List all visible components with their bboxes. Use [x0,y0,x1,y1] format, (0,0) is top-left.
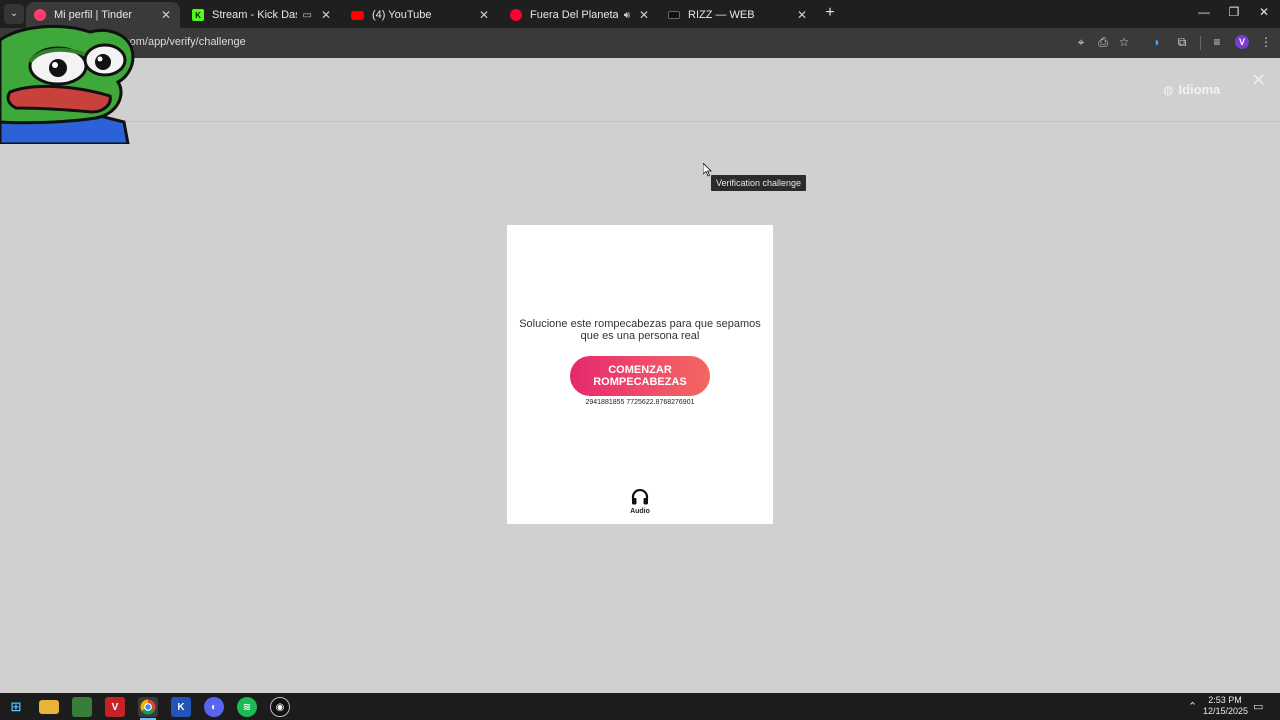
globe-icon: ◍ [1163,82,1174,97]
tab-kick[interactable]: K Stream - Kick Dashboard ▭ ✕ [184,2,340,28]
discord-icon[interactable]: ◐ [204,697,224,717]
youtube-icon [351,10,364,20]
new-tab-button[interactable]: + [822,5,838,21]
language-button[interactable]: ◍ Idioma [1163,82,1220,97]
mouse-cursor-icon [703,163,712,177]
session-code: 2941881855 7725622.8768276901 [585,399,695,406]
tray-expand-icon[interactable]: ⌃ [1188,700,1197,713]
extensions-puzzle-icon[interactable]: ⧉ [1174,34,1190,50]
tab-search-button[interactable]: ⌄ [4,4,24,24]
file-explorer-icon[interactable] [39,700,59,714]
windows-taskbar: ⊞ V K ◐ ≋ ◉ ⌃ 2:53 PM 12/15/2025 ▭ [0,693,1280,720]
minimize-icon[interactable]: — [1194,5,1214,19]
chrome-icon[interactable] [138,697,158,717]
audio-label: Audio [630,508,650,515]
close-tab-icon[interactable]: ✕ [160,8,172,22]
tab-title: Fuera Del Planeta - YouTube [530,9,618,21]
tab-title: Mi perfil | Tinder [54,9,133,21]
install-app-icon[interactable]: ⎙ [1095,34,1111,50]
header-divider [0,121,1280,122]
tab-title: (4) YouTube [372,9,432,21]
challenge-card: Solucione este rompecabezas para que sep… [507,225,773,524]
windows-start-icon[interactable]: ⊞ [6,697,26,717]
close-window-icon[interactable]: ✕ [1254,5,1274,19]
bookmark-star-icon[interactable]: ☆ [1116,34,1132,50]
extension-icon[interactable]: ◗ [1149,34,1165,50]
tab-youtube[interactable]: (4) YouTube ✕ [343,2,498,28]
close-tab-icon[interactable]: ✕ [796,8,808,22]
tab-title: RIZZ — WEB [688,9,755,21]
notifications-icon[interactable]: ▭ [1253,700,1263,713]
valorant-icon[interactable]: V [105,697,125,717]
pepe-frog-overlay [0,24,135,144]
close-tab-icon[interactable]: ✕ [478,8,490,22]
language-label: Idioma [1178,82,1221,97]
audio-button[interactable]: Audio [620,489,660,515]
start-puzzle-button[interactable]: COMENZAR ROMPECABEZAS [570,356,710,396]
location-icon[interactable]: ⌖ [1073,34,1089,50]
headphones-icon [631,489,649,505]
verification-page: ◍ Idioma ✕ Verification challenge Soluci… [0,58,1280,693]
cast-icon: ▭ [302,9,312,21]
tab-title: Stream - Kick Dashboard [212,9,297,21]
close-tab-icon[interactable]: ✕ [320,8,332,22]
speaker-icon[interactable]: 🔊︎ [624,10,630,21]
tinder-flame-icon [34,9,46,21]
profile-avatar[interactable]: V [1235,35,1249,49]
clock-date: 12/15/2025 [1203,706,1249,716]
challenge-message: Solucione este rompecabezas para que sep… [519,318,761,342]
rizz-icon [668,11,680,19]
nvidia-app-icon[interactable] [72,697,92,717]
kick-icon: K [192,9,204,21]
restore-icon[interactable]: ❐ [1224,5,1244,19]
menu-kebab-icon[interactable]: ⋮ [1258,34,1274,50]
browser-toolbar: r.com/app/verify/challenge ⌖ ⎙ ☆ ◗ ⧉ ≡ V… [0,28,1280,58]
media-control-icon[interactable]: ≡ [1209,34,1225,50]
tab-rizz[interactable]: RIZZ — WEB ✕ [660,2,816,28]
system-clock[interactable]: 2:53 PM 12/15/2025 [1203,695,1249,717]
close-icon[interactable]: ✕ [1251,70,1266,91]
youtube-music-icon [510,9,522,21]
tab-strip: ⌄ Mi perfil | Tinder ✕ K Stream - Kick D… [0,0,1280,28]
toolbar-divider [1200,36,1201,50]
spotify-icon[interactable]: ≋ [237,697,257,717]
streaming-app-icon[interactable]: K [171,697,191,717]
close-tab-icon[interactable]: ✕ [638,8,650,22]
clock-time: 2:53 PM [1208,695,1242,705]
tooltip: Verification challenge [711,175,807,191]
obs-icon[interactable]: ◉ [270,697,290,717]
address-bar[interactable]: r.com/app/verify/challenge [118,36,246,48]
tab-fuera-del-planeta[interactable]: Fuera Del Planeta - YouTube 🔊︎ ✕ [502,2,658,28]
